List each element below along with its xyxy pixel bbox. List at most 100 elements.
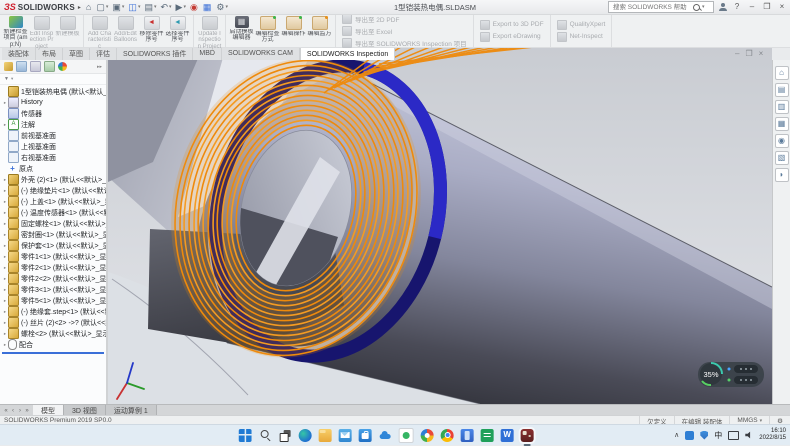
volume-icon[interactable] — [745, 431, 753, 439]
task-pane-icon[interactable]: ▤ — [775, 83, 789, 97]
clock[interactable]: 16:10 2022/8/15 — [759, 428, 786, 442]
taskbar-app-icon[interactable] — [521, 429, 534, 442]
panel-splitter[interactable] — [106, 60, 108, 404]
tree-item[interactable]: ▸ 螺栓<2> (默认<<默认>_显示状态 — [0, 328, 106, 339]
ribbon-button[interactable]: Add Characteristic — [87, 15, 112, 47]
tree-item[interactable]: ▸ (-) 绝缘套.step<1> (默认<<默认> — [0, 306, 106, 317]
configuration-manager-tab-icon[interactable] — [30, 61, 41, 72]
quick-toolbar-icon[interactable]: ▦ — [203, 3, 213, 12]
command-tab[interactable]: SOLIDWORKS Inspection — [300, 47, 395, 60]
dimxpert-tab-icon[interactable] — [44, 61, 55, 72]
tree-item[interactable]: 上视基准面 — [0, 141, 106, 152]
property-manager-tab-icon[interactable] — [16, 61, 27, 72]
ribbon-button[interactable]: 移除零件序号 — [139, 15, 164, 47]
graphics-viewport[interactable]: 35% — [108, 47, 772, 404]
minimize-button[interactable]: – — [747, 2, 757, 12]
tree-item[interactable]: ▸ (-) 绝缘垫片<1> (默认<<默认>_显 — [0, 185, 106, 196]
taskbar-app-icon[interactable] — [379, 429, 392, 442]
ribbon-menu-item[interactable]: Export eDrawing — [480, 32, 544, 42]
ribbon-button[interactable]: Add/Edit Balloons — [113, 15, 138, 47]
ribbon-menu-item[interactable]: Export to 3D PDF — [480, 20, 544, 30]
quick-toolbar-icon[interactable]: ⌂ — [86, 3, 92, 12]
rollback-bar[interactable] — [2, 352, 104, 354]
tree-item[interactable]: ▸ 零件2<1> (默认<<默认>_显示状 — [0, 262, 106, 273]
task-pane-icon[interactable]: ▦ — [775, 117, 789, 131]
tree-item[interactable]: 前视基准面 — [0, 130, 106, 141]
close-button[interactable]: × — [777, 2, 787, 12]
quick-toolbar-icon[interactable]: ▢▾ — [96, 3, 108, 12]
quick-toolbar-icon[interactable]: ◫▾ — [128, 3, 140, 12]
tray-chevron-icon[interactable]: ∧ — [674, 431, 679, 439]
restore-button[interactable]: ❐ — [762, 2, 772, 12]
quick-toolbar-icon[interactable]: ⚙▾ — [216, 3, 228, 12]
doc-close-button[interactable]: × — [759, 49, 764, 58]
display-manager-tab-icon[interactable] — [58, 62, 67, 71]
help-button[interactable]: ? — [732, 2, 742, 12]
tree-item[interactable]: ▸ (-) 丝片 (2)<2> ->? (默认<<默认> — [0, 317, 106, 328]
quick-toolbar-icon[interactable]: ↶▾ — [160, 3, 171, 12]
tree-item[interactable]: ▸ History — [0, 97, 106, 108]
tree-item[interactable]: ▸ 固定螺栓<1> (默认<<默认>_显示状 — [0, 218, 106, 229]
taskbar-app-icon[interactable] — [319, 429, 332, 442]
taskbar-app-icon[interactable] — [299, 429, 312, 442]
taskbar-app-icon[interactable] — [421, 429, 434, 442]
command-tab[interactable]: 草图 — [63, 47, 90, 60]
ribbon-button[interactable]: Edit Inspection Project — [29, 15, 54, 47]
taskbar-app-icon[interactable] — [441, 429, 454, 442]
command-tab[interactable]: SOLIDWORKS CAM — [222, 47, 300, 60]
taskbar-app-icon[interactable] — [359, 429, 372, 442]
taskbar-app-icon[interactable] — [259, 429, 272, 442]
tree-item[interactable]: ▸ 零件5<1> (默认<<默认>_显示状 — [0, 295, 106, 306]
task-pane-icon[interactable]: ▧ — [775, 151, 789, 165]
search-icon[interactable] — [693, 4, 700, 11]
tree-item[interactable]: ▸ 零件3<1> (默认<<默认>_显示状 — [0, 284, 106, 295]
ime-indicator[interactable]: 中 — [714, 430, 722, 441]
tree-item[interactable]: ▸ 配合 — [0, 339, 106, 350]
tab-scroll-icon[interactable]: « — [3, 408, 9, 414]
ribbon-button[interactable]: Update Inspection Project — [197, 15, 222, 47]
task-pane-icon[interactable]: ▥ — [775, 100, 789, 114]
tree-item[interactable]: 1型铠装热电偶 (默认<默认_显示状态-1 — [0, 86, 106, 97]
tab-scroll-icon[interactable]: » — [24, 408, 30, 414]
quick-toolbar-icon[interactable]: ◉ — [190, 3, 199, 12]
ribbon-button[interactable]: 编辑监方 — [307, 15, 332, 47]
tree-item[interactable]: ▸ 密封圈<1> (默认<<默认>_显示状态 — [0, 229, 106, 240]
menu-flyout-icon[interactable]: ▸ — [78, 4, 81, 11]
ribbon-button[interactable]: 编辑检查方式 — [255, 15, 280, 47]
tree-item[interactable]: ▸ 保护套<1> (默认<<默认>_显示状 — [0, 240, 106, 251]
command-tab[interactable]: SOLIDWORKS 插件 — [117, 47, 193, 60]
tree-filter-row[interactable]: ▼ ▾ — [0, 74, 106, 85]
tab-scroll-icon[interactable]: ‹ — [10, 408, 16, 414]
ribbon-button[interactable]: 新建模板 — [55, 15, 80, 47]
task-pane-icon[interactable]: ◉ — [775, 134, 789, 148]
quick-toolbar-icon[interactable]: ▶▾ — [176, 3, 186, 12]
task-pane-icon[interactable]: ◗ — [775, 168, 789, 182]
security-shield-icon[interactable] — [700, 431, 708, 440]
ribbon-button[interactable]: 新建检查项目 (amp;N) — [3, 15, 28, 47]
tree-item[interactable]: ▸ (-) 温度传感器<1> (默认<<默认>_ — [0, 207, 106, 218]
tree-item[interactable]: ▸ 外壳 (2)<1> (默认<<默认>_显示状 — [0, 174, 106, 185]
taskbar-app-icon[interactable] — [239, 429, 252, 442]
taskbar-app-icon[interactable] — [461, 429, 474, 442]
tree-item[interactable]: ▸ 零件1<1> (默认<<默认>_显示状态 — [0, 251, 106, 262]
help-search-box[interactable]: ▾ — [608, 1, 714, 13]
tree-item[interactable]: ▸ 注解 — [0, 119, 106, 130]
tree-item[interactable]: 原点 — [0, 163, 106, 174]
ribbon-menu-item[interactable]: 导出至 SOLIDWORKS Inspection 项目 — [342, 38, 467, 48]
doc-minimize-button[interactable]: – — [735, 49, 739, 58]
taskbar-app-icon[interactable] — [279, 429, 292, 442]
network-monitor-icon[interactable] — [728, 431, 739, 440]
taskbar-app-icon[interactable]: W — [501, 429, 514, 442]
ribbon-menu-item[interactable]: 导出至 2D PDF — [342, 14, 467, 24]
filter-dropdown-icon[interactable]: ▾ — [11, 76, 13, 82]
tree-item[interactable]: ▸ (-) 上盖<1> (默认<<默认>_显示状 — [0, 196, 106, 207]
login-icon[interactable] — [719, 3, 727, 11]
filter-funnel-icon[interactable]: ▼ — [4, 76, 9, 82]
ribbon-button[interactable]: 启动模板编辑器 — [229, 15, 254, 47]
ribbon-menu-item[interactable]: QualityXpert — [557, 20, 606, 30]
tree-item[interactable]: 传感器 — [0, 108, 106, 119]
ribbon-menu-item[interactable]: Net-Inspect — [557, 32, 606, 42]
tree-item[interactable]: 右视基准面 — [0, 152, 106, 163]
feature-tree-tab-icon[interactable] — [4, 62, 13, 71]
tab-scroll-icon[interactable]: › — [17, 408, 23, 414]
